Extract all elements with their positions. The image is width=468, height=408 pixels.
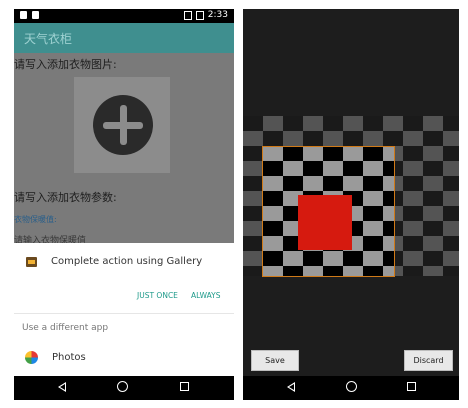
form-content: 请写入添加衣物图片: 请写入添加衣物参数: 衣物保暖值: 请输入衣物保暖值: [14, 53, 234, 246]
just-once-button[interactable]: JUST ONCE: [137, 291, 178, 300]
app-chooser-sheet: Complete action using Gallery JUST ONCE …: [14, 243, 234, 376]
back-icon[interactable]: [58, 382, 66, 392]
app-title: 天气衣柜: [24, 32, 73, 46]
discard-button[interactable]: Discard: [404, 350, 453, 371]
add-image-icon: [93, 95, 153, 155]
gallery-icon: [26, 257, 37, 267]
params-label: 请写入添加衣物参数:: [14, 191, 117, 204]
chooser-title: Complete action using Gallery: [51, 256, 203, 267]
save-button[interactable]: Save: [251, 350, 299, 371]
photos-app-item[interactable]: Photos: [52, 352, 86, 363]
home-icon[interactable]: [346, 381, 357, 392]
navigation-bar: [14, 376, 234, 400]
recents-icon[interactable]: [407, 382, 416, 391]
warmth-label: 衣物保暖值:: [14, 215, 57, 224]
back-icon[interactable]: [287, 382, 295, 392]
home-icon[interactable]: [117, 381, 128, 392]
battery-icon: [195, 10, 204, 20]
app-bar: 天气衣柜: [14, 23, 234, 53]
left-phone-screen: 2:33 天气衣柜 请写入添加衣物图片: 请写入添加衣物参数: 衣物保暖值: 请…: [14, 9, 234, 400]
navigation-bar: [243, 376, 459, 400]
add-image-button[interactable]: [74, 77, 170, 173]
image-label: 请写入添加衣物图片:: [14, 58, 117, 71]
always-button[interactable]: ALWAYS: [191, 291, 221, 300]
photos-pinwheel-icon[interactable]: [25, 351, 38, 364]
status-time: 2:33: [207, 10, 228, 20]
image-content: [298, 195, 352, 250]
notification-icon: [20, 11, 27, 19]
notification-icon: [32, 11, 39, 19]
divider: [14, 313, 234, 314]
right-phone-screen: Save Discard: [243, 9, 459, 400]
status-bar: 2:33: [14, 9, 234, 23]
signal-icon: [183, 10, 192, 20]
different-app-label: Use a different app: [22, 323, 109, 333]
recents-icon[interactable]: [180, 382, 189, 391]
